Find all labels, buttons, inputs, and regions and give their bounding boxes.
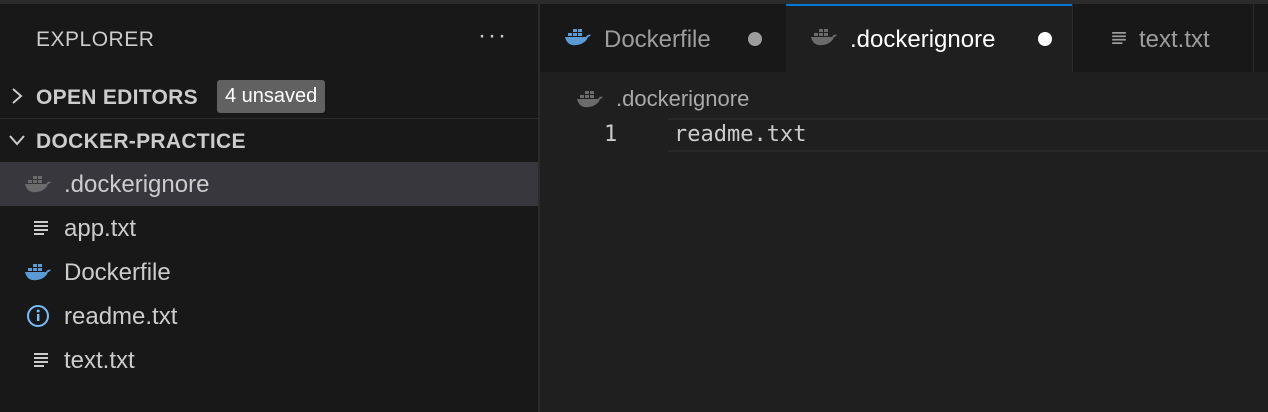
file-name: .dockerignore (64, 171, 210, 198)
chevron-down-icon (9, 135, 25, 146)
code-line[interactable]: readme.txt (674, 122, 806, 147)
text-file-icon (1112, 32, 1126, 44)
open-editors-section[interactable]: OPEN EDITORS 4 unsaved (0, 76, 538, 120)
workspace-section[interactable]: DOCKER-PRACTICE (0, 120, 538, 164)
tab-bar: Dockerfile .dockerignore text.txt (540, 4, 1268, 72)
breadcrumb-file: .dockerignore (616, 86, 750, 111)
text-file-icon (34, 353, 48, 367)
workspace-title: DOCKER-PRACTICE (36, 130, 246, 153)
file-name: Dockerfile (64, 259, 171, 286)
info-icon (27, 305, 49, 327)
unsaved-badge: 4 unsaved (217, 80, 326, 113)
explorer-title: EXPLORER (36, 28, 155, 51)
docker-icon (811, 29, 837, 46)
tab-dockerignore[interactable]: .dockerignore (786, 4, 1072, 72)
open-editors-title: OPEN EDITORS (36, 86, 198, 109)
section-divider (0, 118, 538, 119)
line-number: 1 (604, 122, 618, 147)
editor-area: Dockerfile .dockerignore text.txt .docke… (540, 4, 1268, 412)
docker-icon (565, 29, 591, 46)
chevron-right-icon (12, 88, 23, 104)
file-item-readme-txt[interactable]: readme.txt (0, 294, 538, 338)
tab-text-txt[interactable]: text.txt (1073, 4, 1253, 72)
docker-icon (577, 91, 603, 108)
tab-label: text.txt (1139, 26, 1210, 53)
explorer-sidebar: EXPLORER ··· OPEN EDITORS 4 unsaved DOCK… (0, 4, 540, 412)
tab-separator (1253, 4, 1254, 72)
file-name: readme.txt (64, 303, 178, 330)
more-actions-button[interactable]: ··· (478, 22, 508, 50)
file-item-dockerignore[interactable]: .dockerignore (0, 162, 538, 206)
tab-dockerfile[interactable]: Dockerfile (540, 4, 786, 72)
docker-icon (25, 264, 51, 281)
file-item-text-txt[interactable]: text.txt (0, 338, 538, 382)
file-item-app-txt[interactable]: app.txt (0, 206, 538, 250)
file-name: app.txt (64, 215, 137, 242)
tab-label: .dockerignore (850, 26, 996, 53)
file-item-dockerfile[interactable]: Dockerfile (0, 250, 538, 294)
unsaved-dot-icon[interactable] (748, 32, 762, 46)
text-file-icon (34, 221, 48, 235)
tab-label: Dockerfile (604, 26, 711, 53)
file-name: text.txt (64, 347, 135, 374)
unsaved-dot-icon[interactable] (1038, 32, 1052, 46)
docker-icon (25, 176, 51, 193)
